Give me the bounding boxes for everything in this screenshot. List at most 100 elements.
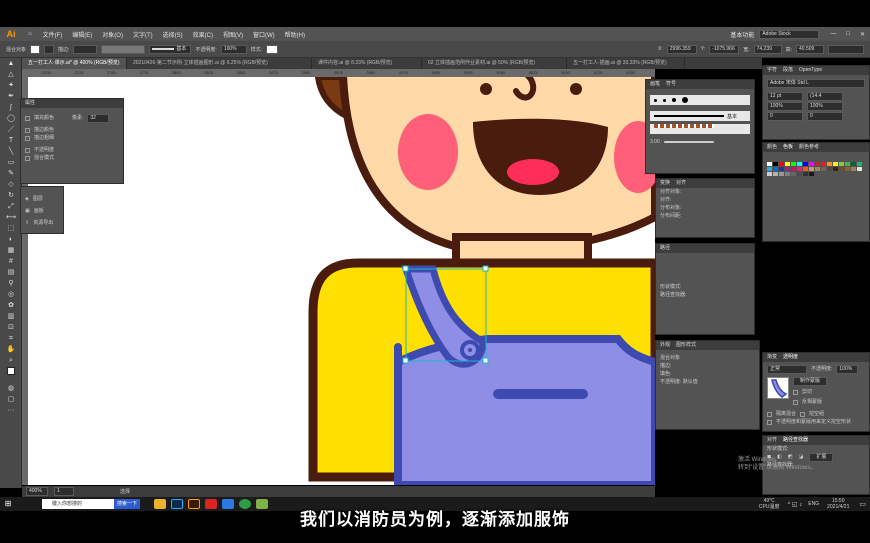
minimize-icon[interactable]: — <box>825 31 841 37</box>
hand-tool-icon[interactable]: ✋ <box>4 345 18 355</box>
x-input[interactable]: 2996.359 <box>666 44 697 54</box>
fill-swatch[interactable] <box>30 44 41 54</box>
color-swatch[interactable] <box>767 162 772 166</box>
magic-wand-tool-icon[interactable]: ✦ <box>4 81 18 91</box>
tab-color[interactable]: 颜色 <box>767 143 777 152</box>
color-swatch[interactable] <box>767 167 772 171</box>
horizontal-scale-input[interactable]: 100% <box>767 101 803 111</box>
opacity-row[interactable]: 不透明度 <box>21 146 123 154</box>
stroke-weight-row[interactable]: 描边粗细 <box>21 134 123 142</box>
color-swatch[interactable] <box>857 162 862 166</box>
flyout-layers[interactable]: ◈ 图层 <box>21 195 63 203</box>
clip-checkbox[interactable] <box>793 389 798 395</box>
shape-builder-icon[interactable]: ◐ <box>4 235 18 245</box>
color-swatch[interactable] <box>791 172 796 176</box>
variable-width-select[interactable] <box>101 44 146 54</box>
vertical-scale-input[interactable]: 100% <box>807 101 843 111</box>
tab-paragraph[interactable]: 段落 <box>783 66 793 75</box>
color-swatch[interactable] <box>797 162 802 166</box>
menu-window[interactable]: 窗口(W) <box>248 30 280 39</box>
stroke-color-row[interactable]: 描边颜色 <box>21 126 123 134</box>
tab-opentype[interactable]: OpenType <box>799 66 822 75</box>
eraser-tool-icon[interactable]: ◇ <box>4 180 18 190</box>
tab-document-3[interactable]: 课件内容.ai @ 8.33% (RGB/预览) <box>312 58 422 69</box>
menu-effect[interactable]: 效果(C) <box>188 30 218 39</box>
mask-thumbnail[interactable] <box>767 377 789 399</box>
brush-pattern-row[interactable] <box>650 124 750 134</box>
make-mask-button[interactable]: 制作蒙版 <box>793 377 827 386</box>
transform-options-icon[interactable] <box>828 44 864 54</box>
menu-file[interactable]: 文件(F) <box>38 30 68 39</box>
color-swatch[interactable] <box>851 162 856 166</box>
brush-definition-select[interactable]: 基本 <box>149 44 192 54</box>
color-swatch[interactable] <box>803 167 808 171</box>
workspace-switcher[interactable]: 基本功能 <box>725 30 759 39</box>
symbol-sprayer-icon[interactable]: ✿ <box>4 301 18 311</box>
color-swatch[interactable] <box>857 167 862 171</box>
maximize-icon[interactable]: □ <box>841 31 855 37</box>
opacity-checkbox[interactable] <box>25 147 30 153</box>
invert-row[interactable]: 反相蒙版 <box>793 398 827 406</box>
mask-text-row[interactable]: 不透明度和蒙版用来定义挖空形状 <box>763 418 869 426</box>
tab-document-4[interactable]: 02 立体插画范例作业素材.ai @ 50% (RGB/预览) <box>422 58 567 69</box>
draw-mode-icon[interactable]: ◍ <box>4 384 18 394</box>
pen-tool-icon[interactable]: ✒ <box>4 92 18 102</box>
color-swatch[interactable] <box>809 172 814 176</box>
color-swatch[interactable] <box>833 167 838 171</box>
color-swatch[interactable] <box>773 167 778 171</box>
blend-mode-checkbox[interactable] <box>25 155 30 161</box>
color-swatch[interactable] <box>785 172 790 176</box>
color-swatch[interactable] <box>809 162 814 166</box>
color-swatch[interactable] <box>815 162 820 166</box>
home-icon[interactable]: ⌂ <box>22 31 38 37</box>
blend-mode-select[interactable]: 正常 <box>767 364 807 374</box>
artboard-number-input[interactable]: 1 <box>54 487 74 496</box>
isolate-checkbox[interactable] <box>767 411 772 417</box>
tab-color-guide[interactable]: 颜色参考 <box>799 143 819 152</box>
edit-toolbar-icon[interactable]: ··· <box>4 406 18 416</box>
horizontal-ruler[interactable]: 2700 2725 2750 2775 2800 2825 2850 2875 2900 2925… <box>22 69 655 77</box>
properties-panel-header[interactable]: 属性 <box>21 99 123 108</box>
opacity-input[interactable]: 100% <box>220 44 247 54</box>
brush-basic-row[interactable]: 基本 <box>650 111 750 121</box>
tab-document-5[interactable]: 五一打工人·插画.ai @ 33.33% (RGB/预览) <box>567 58 685 69</box>
width-tool-icon[interactable]: ⟷ <box>4 213 18 223</box>
color-swatch[interactable] <box>809 167 814 171</box>
width-input[interactable]: 74.239 <box>753 44 782 54</box>
brush-preview-dots[interactable] <box>650 95 750 105</box>
rotate-tool-icon[interactable]: ↻ <box>4 191 18 201</box>
mesh-tool-icon[interactable]: # <box>4 257 18 267</box>
color-swatch[interactable] <box>803 172 808 176</box>
scale-tool-icon[interactable]: ⤢ <box>4 202 18 212</box>
color-swatch[interactable] <box>821 167 826 171</box>
tab-graphic-styles[interactable]: 图形样式 <box>676 341 696 350</box>
brush-stroke-row[interactable]: 3.00 <box>646 138 754 146</box>
menu-view[interactable]: 视图(V) <box>218 30 248 39</box>
tab-symbols[interactable]: 符号 <box>666 80 676 89</box>
invert-checkbox[interactable] <box>793 399 798 405</box>
gradient-tool-icon[interactable]: ▤ <box>4 268 18 278</box>
menu-select[interactable]: 选择(S) <box>158 30 188 39</box>
slice-tool-icon[interactable]: ⌗ <box>4 334 18 344</box>
tab-align-2[interactable]: 对齐 <box>767 436 777 445</box>
brush-tool-icon[interactable]: ／ <box>4 125 18 135</box>
screen-mode-icon[interactable]: ▢ <box>4 395 18 405</box>
stroke-weight-checkbox[interactable] <box>25 135 30 141</box>
line-tool-icon[interactable]: ╲ <box>4 147 18 157</box>
color-swatch[interactable] <box>827 162 832 166</box>
zoom-level-select[interactable]: 400% <box>26 487 48 496</box>
kerning-input[interactable]: 0 <box>767 111 803 121</box>
color-swatch[interactable] <box>839 162 844 166</box>
color-swatch[interactable] <box>773 172 778 176</box>
eyedropper-tool-icon[interactable]: ⚲ <box>4 279 18 289</box>
color-swatch[interactable] <box>839 167 844 171</box>
stroke-swatch[interactable] <box>44 44 55 54</box>
menu-help[interactable]: 帮助(H) <box>280 30 310 39</box>
color-swatch[interactable] <box>779 172 784 176</box>
artboard-tool-icon[interactable]: ⊡ <box>4 323 18 333</box>
y-input[interactable]: -1075.966 <box>709 44 740 54</box>
clip-row[interactable]: 剪切 <box>793 388 827 396</box>
free-transform-icon[interactable]: ⬚ <box>4 224 18 234</box>
tab-appearance[interactable]: 外观 <box>660 341 670 350</box>
isolate-row[interactable]: 隔离混合 挖空组 <box>763 410 869 418</box>
